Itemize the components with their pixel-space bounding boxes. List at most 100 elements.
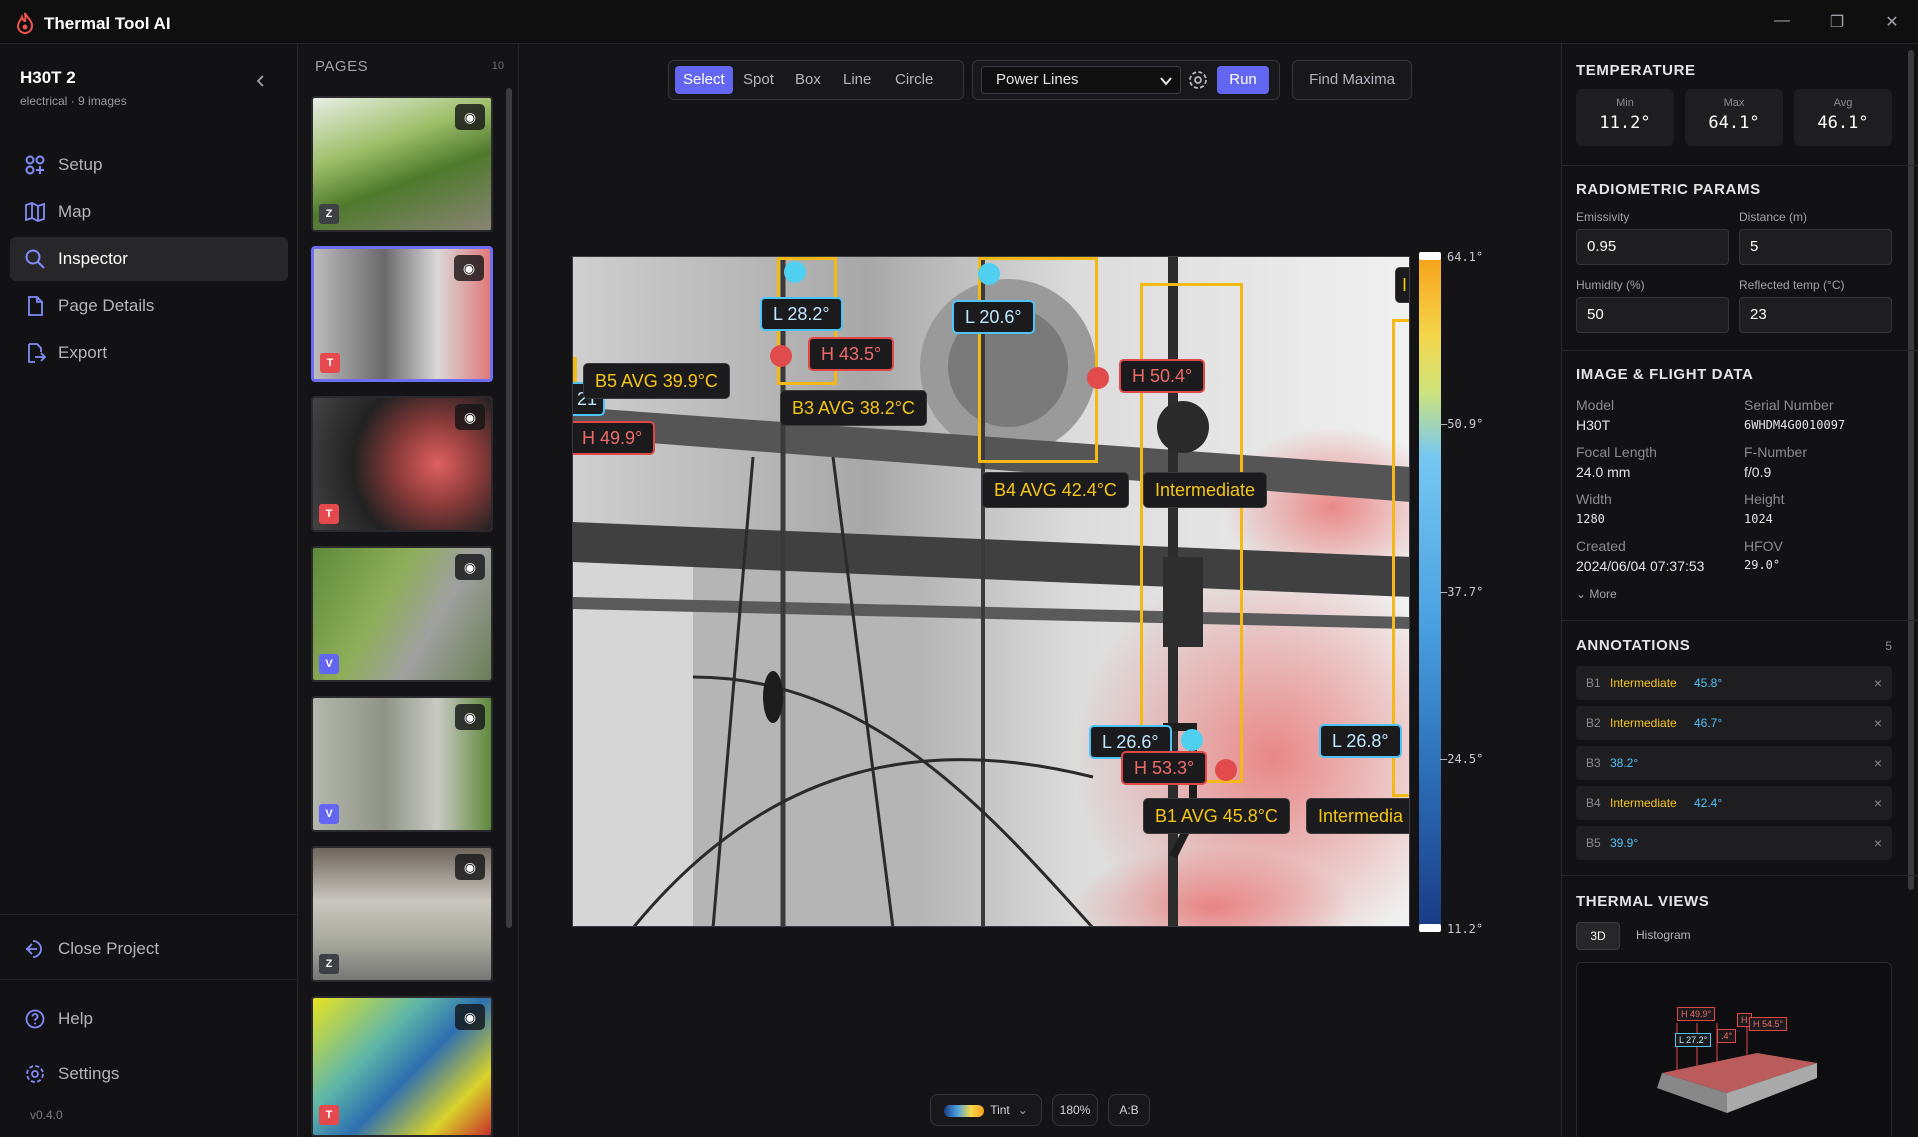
- nav-inspector[interactable]: Inspector: [10, 237, 288, 281]
- annotation-box-b4[interactable]: [978, 257, 1098, 463]
- close-window-button[interactable]: ✕: [1880, 12, 1904, 32]
- close-project-label: Close Project: [58, 939, 160, 958]
- find-maxima-button[interactable]: Find Maxima: [1292, 60, 1412, 100]
- project-meta: electrical · 9 images: [20, 94, 127, 108]
- nav-page-details[interactable]: Page Details: [10, 284, 288, 328]
- eye-icon[interactable]: ◉: [455, 704, 485, 730]
- tool-select-button[interactable]: Select: [675, 66, 733, 94]
- page-thumbnail[interactable]: ◉ Z: [311, 96, 493, 232]
- avg-temp-card: Avg 46.1°: [1794, 89, 1892, 146]
- nav-map[interactable]: Map: [10, 190, 288, 234]
- settings-label: Settings: [58, 1064, 120, 1083]
- app-title: Thermal Tool AI: [44, 14, 171, 33]
- tool-box-button[interactable]: Box: [787, 66, 829, 94]
- humidity-input[interactable]: 50: [1576, 297, 1729, 333]
- eye-icon[interactable]: ◉: [455, 554, 485, 580]
- eye-icon[interactable]: ◉: [455, 404, 485, 430]
- nav-export[interactable]: Export: [10, 331, 288, 375]
- restore-button[interactable]: ❐: [1825, 12, 1849, 32]
- max-temp-label: H 49.9°: [573, 421, 656, 455]
- collapse-sidebar-icon[interactable]: [254, 74, 268, 88]
- scale-max-handle[interactable]: [1419, 252, 1441, 260]
- annotation-row[interactable]: B4 Intermediate 42.4° ×: [1576, 786, 1892, 820]
- 3d-max-label: .4°: [1717, 1029, 1737, 1043]
- created-key: Created: [1576, 538, 1626, 554]
- 3d-min-label: L 27.2°: [1675, 1033, 1712, 1047]
- emissivity-input[interactable]: 0.95: [1576, 229, 1729, 265]
- annotation-row[interactable]: B5 39.9° ×: [1576, 826, 1892, 860]
- eye-icon[interactable]: ◉: [454, 255, 484, 281]
- nav-setup-label: Setup: [58, 155, 103, 174]
- distance-label: Distance (m): [1739, 210, 1808, 224]
- max-spot-marker[interactable]: [1215, 759, 1237, 781]
- min-temp-value: 11.2°: [1599, 113, 1651, 133]
- close-project-button[interactable]: Close Project: [10, 927, 288, 971]
- close-icon[interactable]: ×: [1874, 746, 1882, 780]
- max-spot-marker[interactable]: [770, 345, 792, 367]
- min-spot-marker[interactable]: [978, 263, 1000, 285]
- pages-scrollbar[interactable]: [506, 88, 512, 928]
- nav-page-details-label: Page Details: [58, 296, 155, 315]
- nav-setup[interactable]: Setup: [10, 143, 288, 187]
- close-icon[interactable]: ×: [1874, 826, 1882, 860]
- minimize-button[interactable]: —: [1770, 12, 1794, 30]
- eye-icon[interactable]: ◉: [455, 104, 485, 130]
- pages-panel: PAGES 10 ◉ Z ◉ T ◉ T ◉ V ◉ V ◉ Z ◉ T: [299, 44, 519, 1137]
- more-toggle[interactable]: ⌄ More: [1576, 587, 1617, 601]
- project-name: H30T 2: [20, 68, 76, 87]
- page-thumbnail[interactable]: ◉ V: [311, 546, 493, 682]
- help-button[interactable]: Help: [10, 997, 288, 1041]
- tool-line-button[interactable]: Line: [835, 66, 879, 94]
- close-icon[interactable]: ×: [1874, 786, 1882, 820]
- page-thumbnail[interactable]: ◉ V: [311, 696, 493, 832]
- annotations-count: 5: [1885, 639, 1892, 653]
- thermal-views-title: THERMAL VIEWS: [1576, 893, 1710, 910]
- focal-key: Focal Length: [1576, 444, 1657, 460]
- eye-icon[interactable]: ◉: [455, 854, 485, 880]
- tab-histogram[interactable]: Histogram: [1636, 928, 1691, 942]
- tool-circle-button[interactable]: Circle: [887, 66, 941, 94]
- chevron-down-icon: ⌄: [1017, 1103, 1028, 1117]
- focal-value: 24.0 mm: [1576, 464, 1631, 480]
- 3d-view[interactable]: H 49.9° L 27.2° .4° H H 54.5°: [1576, 962, 1892, 1137]
- created-value: 2024/06/04 07:37:53: [1576, 558, 1705, 574]
- fnumber-key: F-Number: [1744, 444, 1808, 460]
- tab-3d[interactable]: 3D: [1576, 922, 1620, 950]
- annotation-temp: 42.4°: [1694, 796, 1723, 810]
- hfov-value: 29.0°: [1744, 558, 1781, 572]
- eye-icon[interactable]: ◉: [455, 1004, 485, 1030]
- chevron-down-icon: ⌄: [1576, 587, 1590, 601]
- max-spot-marker[interactable]: [1087, 367, 1109, 389]
- ab-compare-button[interactable]: A:B: [1108, 1094, 1150, 1126]
- title-bar: Thermal Tool AI — ❐ ✕: [0, 0, 1918, 44]
- annotation-box-b1[interactable]: [1140, 283, 1243, 783]
- distance-input[interactable]: 5: [1739, 229, 1892, 265]
- page-thumbnail[interactable]: ◉ T: [311, 996, 493, 1137]
- search-icon: [25, 249, 45, 269]
- page-thumbnail[interactable]: ◉ T: [311, 396, 493, 532]
- close-icon[interactable]: ×: [1874, 706, 1882, 740]
- run-button[interactable]: Run: [1217, 66, 1269, 94]
- annotation-row[interactable]: B2 Intermediate 46.7° ×: [1576, 706, 1892, 740]
- tool-spot-button[interactable]: Spot: [735, 66, 782, 94]
- serial-key: Serial Number: [1744, 397, 1834, 413]
- page-thumbnail[interactable]: ◉ T: [311, 246, 493, 382]
- scale-min-handle[interactable]: [1419, 924, 1441, 932]
- annotation-row[interactable]: B3 38.2° ×: [1576, 746, 1892, 780]
- max-temp-label: H 43.5°: [808, 337, 895, 371]
- preset-select[interactable]: Power Lines: [981, 66, 1181, 94]
- close-icon[interactable]: ×: [1874, 666, 1882, 700]
- right-scrollbar[interactable]: [1908, 50, 1914, 890]
- palette-selector[interactable]: Tint ⌄: [930, 1094, 1042, 1126]
- reflected-temp-input[interactable]: 23: [1739, 297, 1892, 333]
- zoom-level[interactable]: 180%: [1052, 1094, 1098, 1126]
- min-spot-marker[interactable]: [784, 261, 806, 283]
- settings-button[interactable]: Settings: [10, 1052, 288, 1096]
- min-spot-marker[interactable]: [1181, 729, 1203, 751]
- min-temp-card: Min 11.2°: [1576, 89, 1674, 146]
- page-thumbnail[interactable]: ◉ Z: [311, 846, 493, 982]
- thermal-image[interactable]: L 28.2° L 20.6° L 26.6° L 26.8° 21 H 43.…: [572, 256, 1410, 927]
- annotation-row[interactable]: B1 Intermediate 45.8° ×: [1576, 666, 1892, 700]
- gear-icon[interactable]: [1187, 69, 1209, 91]
- annotation-temp: 45.8°: [1694, 676, 1723, 690]
